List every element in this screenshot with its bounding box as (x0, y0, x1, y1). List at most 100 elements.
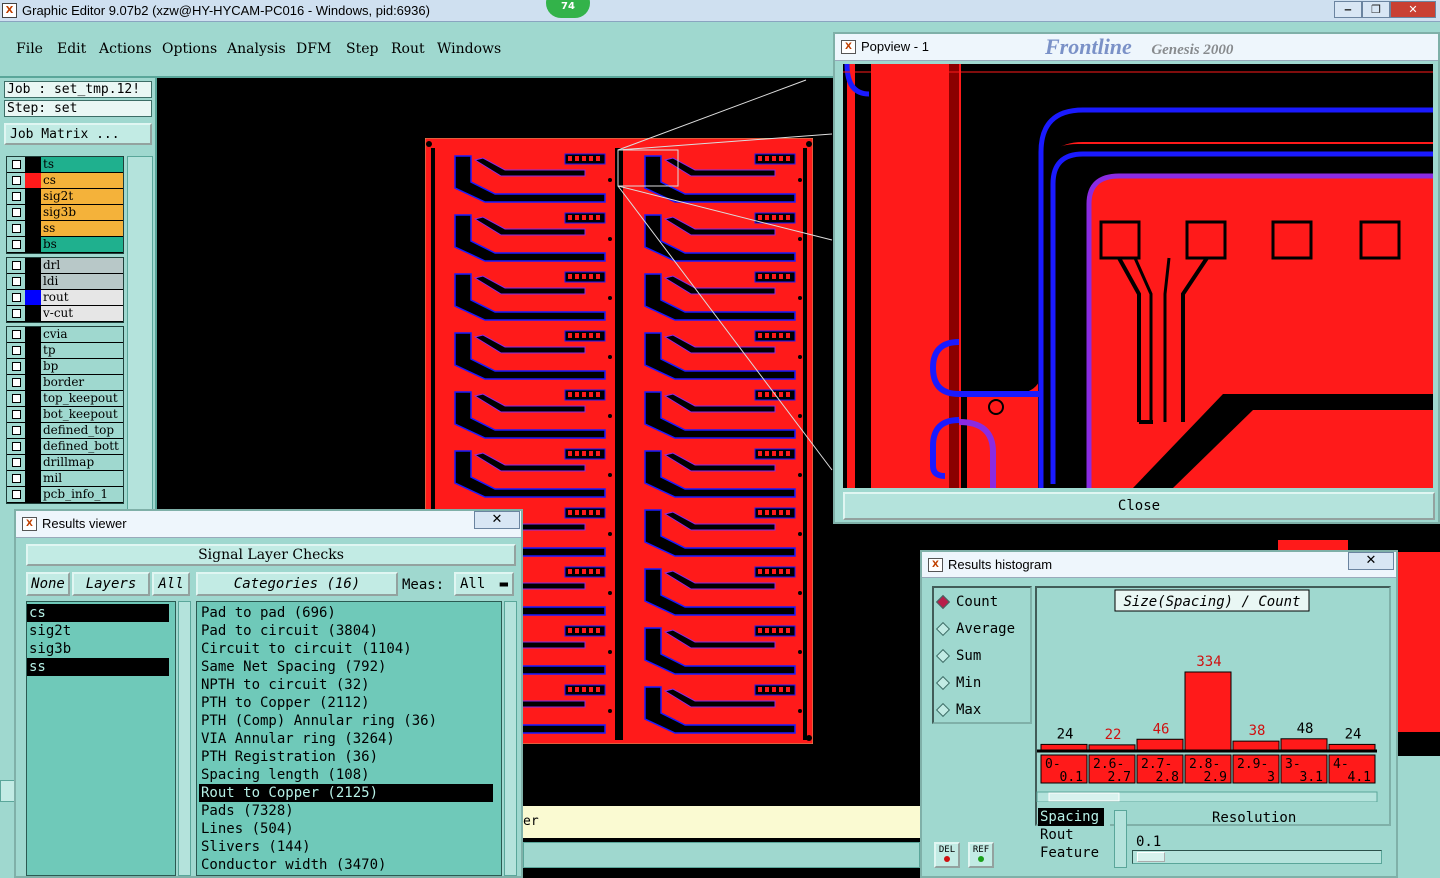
layer-checkbox[interactable] (7, 290, 25, 305)
result-category-item[interactable]: Lines (504) (199, 820, 501, 838)
job-matrix-button[interactable]: Job Matrix ... (4, 123, 152, 145)
ref-button[interactable]: REF (968, 842, 994, 868)
layer-row-bot_keepout[interactable]: bot_keepout (7, 407, 123, 423)
result-category-item[interactable]: VIA Annular ring (3264) (199, 730, 501, 748)
mode-radio-sum[interactable]: Sum (934, 642, 1030, 669)
none-button[interactable]: None (26, 572, 70, 596)
menu-analysis[interactable]: Analysis (227, 41, 286, 57)
result-layer-item[interactable]: ss (27, 658, 169, 676)
mode-radio-average[interactable]: Average (934, 615, 1030, 642)
layer-row-defined_bott[interactable]: defined_bott (7, 439, 123, 455)
all-button[interactable]: All (152, 572, 190, 596)
result-category-item[interactable]: Pad to circuit (3804) (199, 622, 501, 640)
menu-dfm[interactable]: DFM (296, 41, 331, 57)
measure-item[interactable]: Rout (1038, 826, 1110, 844)
menu-step[interactable]: Step (346, 41, 378, 57)
meas-select[interactable]: All ▬ (454, 572, 514, 596)
result-category-item[interactable]: Same Net Spacing (792) (199, 658, 501, 676)
layer-checkbox[interactable] (7, 221, 25, 236)
menu-windows[interactable]: Windows (437, 41, 501, 57)
result-category-item[interactable]: PTH (Comp) Annular ring (36) (199, 712, 501, 730)
layer-checkbox[interactable] (7, 157, 25, 172)
layer-row-ts[interactable]: ts (7, 157, 123, 173)
menu-file[interactable]: File (16, 41, 43, 57)
result-categories-list[interactable]: Pad to pad (696) Pad to circuit (3804) Cir… (196, 601, 502, 876)
measure-item[interactable]: Feature (1038, 844, 1110, 862)
mode-radio-min[interactable]: Min (934, 669, 1030, 696)
layer-checkbox[interactable] (7, 455, 25, 470)
menu-options[interactable]: Options (162, 41, 217, 57)
layer-checkbox[interactable] (7, 471, 25, 486)
layer-checkbox[interactable] (7, 407, 25, 422)
layer-row-tp[interactable]: tp (7, 343, 123, 359)
result-category-item[interactable]: PTH to Copper (2112) (199, 694, 501, 712)
menu-actions[interactable]: Actions (99, 41, 152, 57)
resolution-slider[interactable] (1132, 850, 1382, 864)
result-category-item[interactable]: Rout to Copper (2125) (199, 784, 493, 802)
result-category-item[interactable]: Slivers (144) (199, 838, 501, 856)
layer-row-drl[interactable]: drl (7, 258, 123, 274)
layer-checkbox[interactable] (7, 359, 25, 374)
layer-checkbox[interactable] (7, 205, 25, 220)
result-category-item[interactable]: Spacing length (108) (199, 766, 501, 784)
layer-checkbox[interactable] (7, 327, 25, 342)
categories-button[interactable]: Categories (16) (196, 572, 398, 596)
result-category-item[interactable]: Conductor width (3470) (199, 856, 501, 874)
layer-checkbox[interactable] (7, 306, 25, 321)
layer-row-drillmap[interactable]: drillmap (7, 455, 123, 471)
measure-list-scrollbar[interactable] (1114, 810, 1127, 868)
histogram-measure-list[interactable]: Spacing Rout Feature (1038, 808, 1110, 868)
layer-checkbox[interactable] (7, 258, 25, 273)
layer-checkbox[interactable] (7, 487, 25, 502)
layer-row-bp[interactable]: bp (7, 359, 123, 375)
layer-row-ldi[interactable]: ldi (7, 274, 123, 290)
result-layer-item[interactable]: sig3b (27, 640, 169, 658)
layer-checkbox[interactable] (7, 173, 25, 188)
menu-rout[interactable]: Rout (391, 41, 425, 57)
layer-checkbox[interactable] (7, 189, 25, 204)
menu-edit[interactable]: Edit (57, 41, 86, 57)
minimize-button[interactable]: ‒ (1334, 1, 1362, 18)
result-layers-list[interactable]: cs sig2t sig3b ss (26, 601, 176, 876)
layer-row-bs[interactable]: bs (7, 237, 123, 253)
maximize-button[interactable]: ❐ (1362, 1, 1390, 18)
popview-close-button[interactable]: Close (843, 492, 1435, 520)
layers-button[interactable]: Layers (72, 572, 150, 596)
histogram-close-button[interactable]: ✕ (1348, 552, 1394, 570)
results-viewer-close-button[interactable]: ✕ (474, 511, 520, 529)
layer-checkbox[interactable] (7, 274, 25, 289)
layer-row-ss[interactable]: ss (7, 221, 123, 237)
layer-checkbox[interactable] (7, 375, 25, 390)
result-category-item[interactable]: Pad to pad (696) (199, 604, 501, 622)
layer-row-mil[interactable]: mil (7, 471, 123, 487)
histogram-chart[interactable]: Size(Spacing) / Count240-0.1222.6-2.7462… (1035, 586, 1385, 802)
result-category-item[interactable]: Pads (7328) (199, 802, 501, 820)
close-window-button[interactable]: ✕ (1390, 1, 1436, 18)
layer-row-sig3b[interactable]: sig3b (7, 205, 123, 221)
categories-scrollbar[interactable] (504, 601, 517, 876)
layer-row-top_keepout[interactable]: top_keepout (7, 391, 123, 407)
layer-checkbox[interactable] (7, 237, 25, 252)
result-category-item[interactable]: Circuit to circuit (1104) (199, 640, 501, 658)
slider-handle[interactable] (1137, 852, 1165, 862)
layer-checkbox[interactable] (7, 343, 25, 358)
layer-row-border[interactable]: border (7, 375, 123, 391)
layers-scrollbar[interactable] (178, 601, 191, 876)
layer-row-rout[interactable]: rout (7, 290, 123, 306)
result-layer-item[interactable]: sig2t (27, 622, 169, 640)
result-layer-item[interactable]: cs (27, 604, 169, 622)
layer-checkbox[interactable] (7, 423, 25, 438)
layer-row-cs[interactable]: cs (7, 173, 123, 189)
measure-item[interactable]: Spacing (1038, 808, 1104, 826)
layer-row-cvia[interactable]: cvia (7, 327, 123, 343)
layer-row-pcb_info_1[interactable]: pcb_info_1 (7, 487, 123, 503)
layer-checkbox[interactable] (7, 439, 25, 454)
mode-radio-max[interactable]: Max (934, 696, 1030, 723)
popview-zoom-image[interactable] (843, 64, 1433, 488)
layer-row-v-cut[interactable]: v-cut (7, 306, 123, 322)
layer-row-sig2t[interactable]: sig2t (7, 189, 123, 205)
del-button[interactable]: DEL (934, 842, 960, 868)
result-category-item[interactable]: NPTH to circuit (32) (199, 676, 501, 694)
mode-radio-count[interactable]: Count (934, 588, 1030, 615)
layer-row-defined_top[interactable]: defined_top (7, 423, 123, 439)
